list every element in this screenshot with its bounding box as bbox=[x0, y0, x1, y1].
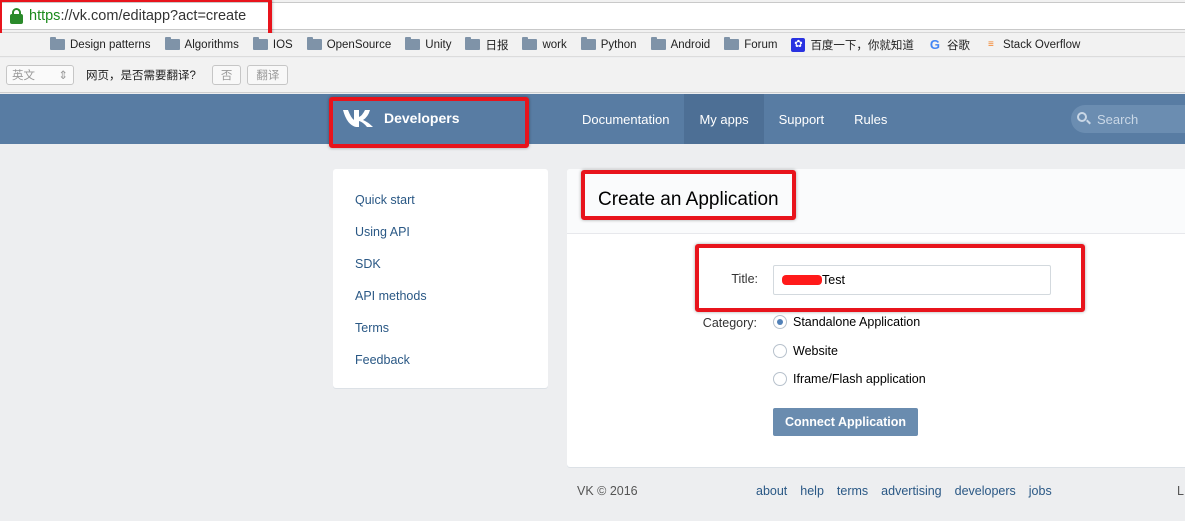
translate-button[interactable]: 翻译 bbox=[247, 65, 289, 85]
nav-rules[interactable]: Rules bbox=[839, 94, 902, 144]
google-icon: G bbox=[929, 37, 940, 52]
bookmark-opensource[interactable]: OpenSource bbox=[306, 37, 391, 51]
main-nav: Documentation My apps Support Rules bbox=[567, 94, 902, 144]
folder-icon bbox=[465, 37, 481, 50]
radio-icon[interactable] bbox=[773, 344, 787, 358]
search-input[interactable]: Search bbox=[1071, 105, 1185, 133]
folder-icon bbox=[306, 37, 322, 50]
address-bar[interactable]: https://vk.com/editapp?act=create bbox=[0, 2, 1185, 30]
baidu-paw-icon: ✿ bbox=[791, 37, 806, 52]
bookmark-ios[interactable]: IOS bbox=[252, 37, 293, 51]
stackoverflow-icon: ≡ bbox=[988, 39, 994, 50]
bookmark-design-patterns[interactable]: Design patterns bbox=[50, 37, 151, 51]
sidebar-item-quick-start[interactable]: Quick start bbox=[355, 193, 415, 207]
category-option-standalone[interactable]: Standalone Application bbox=[773, 315, 920, 329]
footer-link-about[interactable]: about bbox=[756, 484, 787, 498]
folder-icon bbox=[580, 37, 596, 50]
bookmarks-bar: Design patterns Algorithms IOS OpenSourc… bbox=[0, 33, 1185, 57]
bookmark-stackoverflow[interactable]: ≡ Stack Overflow bbox=[984, 38, 1080, 52]
category-option-iframe[interactable]: Iframe/Flash application bbox=[773, 372, 926, 386]
folder-icon bbox=[724, 37, 740, 50]
chevron-updown-icon: ⇕ bbox=[58, 70, 68, 82]
sidebar-item-sdk[interactable]: SDK bbox=[355, 257, 381, 271]
bookmark-google[interactable]: G 谷歌 bbox=[928, 37, 970, 53]
footer-link-jobs[interactable]: jobs bbox=[1029, 484, 1052, 498]
nav-documentation[interactable]: Documentation bbox=[567, 94, 684, 144]
sidebar-item-api-methods[interactable]: API methods bbox=[355, 289, 427, 303]
language-link[interactable]: L bbox=[1177, 484, 1184, 498]
lock-icon bbox=[10, 8, 23, 24]
sidebar-item-using-api[interactable]: Using API bbox=[355, 225, 410, 239]
category-label: Category: bbox=[702, 316, 757, 330]
nav-support[interactable]: Support bbox=[764, 94, 840, 144]
bookmark-forum[interactable]: Forum bbox=[724, 37, 777, 51]
redaction-mark bbox=[782, 275, 822, 285]
language-select[interactable]: 英文 ⇕ bbox=[6, 65, 74, 85]
vk-logo-icon bbox=[343, 110, 373, 127]
radio-checked-icon[interactable] bbox=[773, 315, 787, 329]
category-option-website[interactable]: Website bbox=[773, 344, 838, 358]
bookmark-android[interactable]: Android bbox=[650, 37, 710, 51]
bookmark-daily[interactable]: 日报 bbox=[465, 37, 508, 53]
folder-icon bbox=[164, 37, 180, 50]
footer-links: about help terms advertising developers … bbox=[756, 484, 1065, 498]
sidebar-item-terms[interactable]: Terms bbox=[355, 321, 389, 335]
docs-sidebar: Quick start Using API SDK API methods Te… bbox=[333, 169, 548, 388]
bookmark-work[interactable]: work bbox=[522, 37, 567, 51]
folder-icon bbox=[650, 37, 666, 50]
url-text[interactable]: https://vk.com/editapp?act=create bbox=[29, 8, 246, 24]
bookmark-baidu[interactable]: ✿ 百度一下，你就知道 bbox=[791, 37, 914, 53]
copyright: VK © 2016 bbox=[577, 484, 638, 498]
brand-text: Developers bbox=[384, 110, 460, 126]
bookmark-algorithms[interactable]: Algorithms bbox=[164, 37, 239, 51]
translate-bar: 英文 ⇕ 网页，是否需要翻译? 否 翻译 bbox=[0, 58, 1185, 93]
page-title: Create an Application bbox=[598, 189, 779, 210]
footer-link-advertising[interactable]: advertising bbox=[881, 484, 941, 498]
folder-icon bbox=[405, 37, 421, 50]
vk-developers-logo[interactable]: Developers bbox=[342, 108, 459, 128]
connect-application-button[interactable]: Connect Application bbox=[773, 408, 918, 436]
bookmark-python[interactable]: Python bbox=[580, 37, 637, 51]
footer-link-terms[interactable]: terms bbox=[837, 484, 868, 498]
bookmark-unity[interactable]: Unity bbox=[405, 37, 451, 51]
footer-link-help[interactable]: help bbox=[800, 484, 824, 498]
folder-icon bbox=[50, 37, 65, 50]
sidebar-item-feedback[interactable]: Feedback bbox=[355, 353, 410, 367]
search-placeholder: Search bbox=[1097, 111, 1139, 127]
footer-link-developers[interactable]: developers bbox=[955, 484, 1016, 498]
translate-prompt: 网页，是否需要翻译? bbox=[86, 70, 196, 82]
folder-icon bbox=[522, 37, 538, 50]
browser-toolbar: https://vk.com/editapp?act=create bbox=[0, 0, 1185, 33]
title-label: Title: bbox=[731, 272, 758, 286]
folder-icon bbox=[252, 37, 268, 50]
translate-no-button[interactable]: 否 bbox=[211, 65, 242, 85]
radio-icon[interactable] bbox=[773, 372, 787, 386]
search-icon bbox=[1077, 112, 1091, 126]
nav-my-apps[interactable]: My apps bbox=[684, 94, 764, 144]
